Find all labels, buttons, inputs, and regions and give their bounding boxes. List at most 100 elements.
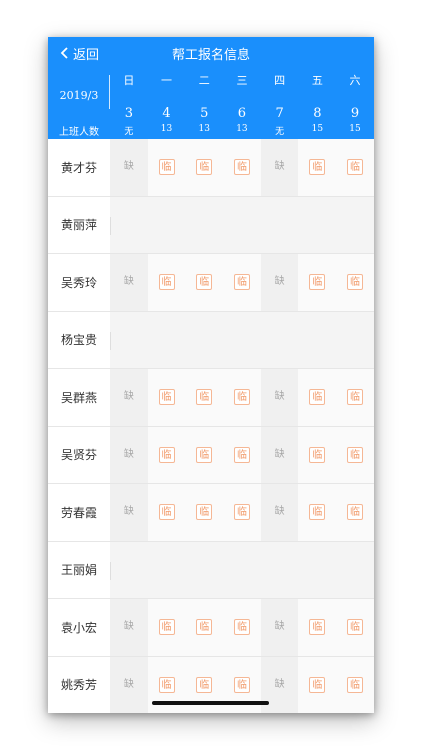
temp-tag[interactable]: 临 <box>233 446 250 463</box>
worker-list: 黄才芬缺临临临缺临临黄丽萍 吴秀玲缺临临临缺临临杨宝贵 吴群燕缺临临临缺临临吴贤芬缺… <box>48 139 374 713</box>
temp-tag[interactable]: 临 <box>309 389 326 406</box>
schedule-cell[interactable]: 临 <box>336 369 374 426</box>
temp-tag[interactable]: 临 <box>158 446 175 463</box>
temp-tag[interactable]: 临 <box>233 619 250 636</box>
day-count: 15 <box>311 124 324 134</box>
temp-tag[interactable]: 临 <box>158 274 175 291</box>
schedule-cell[interactable]: 临 <box>223 139 261 196</box>
schedule-cell: 缺 <box>110 599 148 656</box>
schedule-cell[interactable]: 临 <box>298 484 337 541</box>
schedule-cell[interactable]: 临 <box>185 254 224 311</box>
temp-tag[interactable]: 临 <box>347 446 364 463</box>
temp-tag[interactable]: 临 <box>196 274 213 291</box>
schedule-cell[interactable]: 临 <box>147 599 186 656</box>
schedule-cell[interactable]: 临 <box>147 369 186 426</box>
schedule-cell[interactable]: 临 <box>147 426 186 483</box>
worker-row: 杨宝贵 <box>48 311 374 369</box>
schedule-cell[interactable]: 临 <box>336 139 374 196</box>
temp-tag[interactable]: 临 <box>196 504 213 521</box>
schedule-cell[interactable]: 临 <box>336 254 374 311</box>
schedule-cell[interactable]: 临 <box>298 656 337 713</box>
schedule-cell[interactable]: 临 <box>223 369 261 426</box>
temp-tag[interactable]: 临 <box>309 446 326 463</box>
temp-tag[interactable]: 临 <box>158 504 175 521</box>
schedule-cell[interactable]: 临 <box>336 426 374 483</box>
temp-tag[interactable]: 临 <box>309 676 326 693</box>
worker-row: 袁小宏 缺 临 临 临 缺 临 临 <box>48 599 374 657</box>
schedule-cell[interactable]: 临 <box>336 599 374 656</box>
schedule-cell[interactable]: 临 <box>185 139 224 196</box>
worker-name: 杨宝贵 <box>48 311 110 368</box>
schedule-cell[interactable]: 临 <box>336 484 374 541</box>
day-count: 13 <box>160 124 173 134</box>
absent-tag: 缺 <box>274 391 285 403</box>
day-count: 13 <box>236 124 248 134</box>
schedule-cell: 缺 <box>260 599 299 656</box>
temp-tag[interactable]: 临 <box>233 159 250 176</box>
day-weekday: 六 <box>349 74 361 87</box>
absent-tag: 缺 <box>123 448 134 460</box>
schedule-cell[interactable]: 临 <box>298 254 337 311</box>
day-date: 8 <box>313 106 322 121</box>
schedule-cell[interactable]: 临 <box>298 369 337 426</box>
temp-tag[interactable]: 临 <box>309 159 326 176</box>
day-header: 一 4 13 <box>148 37 186 139</box>
schedule-cell[interactable]: 临 <box>223 254 261 311</box>
temp-tag[interactable]: 临 <box>347 274 364 291</box>
temp-tag[interactable]: 临 <box>347 159 364 176</box>
day-date: 3 <box>124 106 133 121</box>
schedule-cell: 缺 <box>110 656 148 713</box>
schedule-cell[interactable]: 临 <box>185 599 224 656</box>
temp-tag[interactable]: 临 <box>309 274 326 291</box>
temp-tag[interactable]: 临 <box>233 676 250 693</box>
temp-tag[interactable]: 临 <box>158 159 175 176</box>
temp-tag[interactable]: 临 <box>233 504 250 521</box>
schedule-cell[interactable]: 临 <box>147 484 186 541</box>
worker-row: 黄丽萍 <box>48 196 374 254</box>
schedule-cell[interactable]: 临 <box>147 254 186 311</box>
schedule-cell[interactable]: 临 <box>298 139 337 196</box>
schedule-cell[interactable]: 临 <box>298 599 337 656</box>
absent-tag: 缺 <box>123 391 134 403</box>
temp-tag[interactable]: 临 <box>309 504 326 521</box>
temp-tag[interactable]: 临 <box>347 619 364 636</box>
temp-tag[interactable]: 临 <box>347 504 364 521</box>
schedule-cell[interactable]: 临 <box>223 599 261 656</box>
month-label[interactable]: 2019/3 <box>48 89 110 102</box>
schedule-cell: 缺 <box>260 254 299 311</box>
absent-tag: 缺 <box>274 276 285 288</box>
absent-tag: 缺 <box>274 448 285 460</box>
day-header: 五 8 15 <box>299 37 337 139</box>
temp-tag[interactable]: 临 <box>309 619 326 636</box>
schedule-cell[interactable]: 临 <box>223 484 261 541</box>
app-frame: 返回 帮工报名信息 2019/3 上班人数 日 3 无一 4 13 二 5 13 三 6 13 四 7 无… <box>48 37 374 713</box>
temp-tag[interactable]: 临 <box>196 676 213 693</box>
temp-tag[interactable]: 临 <box>158 389 175 406</box>
worker-row: 王丽娟 <box>48 541 374 599</box>
worker-name: 吴贤芬 <box>48 426 110 483</box>
temp-tag[interactable]: 临 <box>158 676 175 693</box>
worker-row: 劳春霞 缺 临 临 临 缺 临 临 <box>48 484 374 542</box>
temp-tag[interactable]: 临 <box>158 619 175 636</box>
temp-tag[interactable]: 临 <box>233 274 250 291</box>
schedule-cell[interactable]: 临 <box>223 426 261 483</box>
schedule-cell[interactable]: 临 <box>185 369 224 426</box>
schedule-cell[interactable]: 临 <box>336 656 374 713</box>
schedule-cell[interactable]: 临 <box>298 426 337 483</box>
temp-tag[interactable]: 临 <box>196 159 213 176</box>
temp-tag[interactable]: 临 <box>347 389 364 406</box>
worker-row: 吴贤芬 缺 临 临 临 缺 临 临 <box>48 426 374 484</box>
schedule-cell[interactable]: 临 <box>185 426 224 483</box>
day-date: 4 <box>162 106 171 121</box>
temp-tag[interactable]: 临 <box>196 446 213 463</box>
temp-tag[interactable]: 临 <box>196 389 213 406</box>
schedule-cell[interactable]: 临 <box>185 484 224 541</box>
day-weekday: 四 <box>274 74 286 87</box>
temp-tag[interactable]: 临 <box>347 676 364 693</box>
day-weekday: 五 <box>311 74 323 87</box>
temp-tag[interactable]: 临 <box>196 619 213 636</box>
schedule-cell[interactable]: 临 <box>147 139 186 196</box>
day-date: 6 <box>237 106 247 121</box>
temp-tag[interactable]: 临 <box>233 389 250 406</box>
worker-row: 吴群燕 缺 临 临 临 缺 临 临 <box>48 369 374 427</box>
